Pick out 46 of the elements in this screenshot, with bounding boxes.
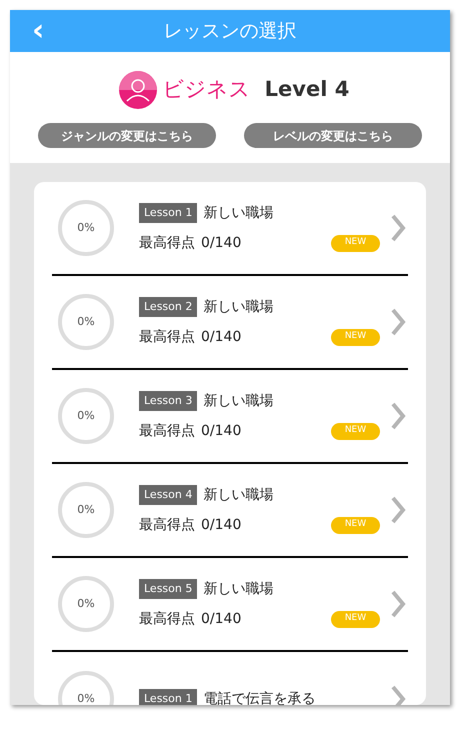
best-score-label: 最高得点: [139, 234, 195, 252]
new-badge: NEW: [331, 328, 380, 346]
progress-text: 0%: [77, 220, 95, 236]
lesson-tag: Lesson 3: [139, 390, 198, 412]
lesson-tag: Lesson 5: [139, 578, 198, 600]
lesson-title: 新しい職場: [203, 204, 274, 222]
chevron-icon[interactable]: [390, 213, 406, 243]
chevron-icon[interactable]: [390, 495, 406, 525]
lesson-title: 新しい職場: [203, 580, 274, 598]
level-name: Level 4: [264, 76, 350, 104]
progress-text: 0%: [77, 690, 95, 705]
lesson-tag: Lesson 4: [139, 484, 198, 506]
new-badge: NEW: [331, 610, 380, 628]
best-score-label: 最高得点: [139, 610, 195, 628]
progress-text: 0%: [77, 408, 95, 424]
best-score: 0/140: [201, 422, 242, 440]
best-score: 0/140: [201, 610, 242, 628]
lesson-title: 新しい職場: [203, 392, 274, 410]
lesson-tag: Lesson 1: [139, 688, 198, 705]
progress-text: 0%: [77, 314, 95, 330]
lesson-tag: Lesson 1: [139, 202, 198, 224]
best-score-label: 最高得点: [139, 422, 195, 440]
lesson-title: 新しい職場: [203, 486, 274, 504]
genre-name: ビジネス: [162, 76, 251, 104]
new-badge: NEW: [331, 422, 380, 440]
window-title: レッスンの選択: [164, 18, 296, 44]
back-button[interactable]: ‹: [32, 16, 44, 46]
new-badge: NEW: [331, 234, 380, 252]
best-score: 0/140: [201, 516, 242, 534]
best-score: 0/140: [201, 234, 242, 252]
new-badge: NEW: [331, 516, 380, 534]
best-score-label: 最高得点: [139, 328, 195, 346]
lesson-tag: Lesson 2: [139, 296, 198, 318]
change-button[interactable]: ジャンルの変更はこちら: [38, 123, 216, 148]
chevron-icon[interactable]: [390, 307, 406, 337]
progress-text: 0%: [77, 502, 95, 518]
best-score: 0/140: [201, 328, 242, 346]
lesson-title: 新しい職場: [203, 298, 274, 316]
chevron-icon[interactable]: [390, 401, 406, 431]
change-button[interactable]: レベルの変更はこちら: [244, 123, 422, 148]
best-score-label: 最高得点: [139, 516, 195, 534]
lesson-title: 電話で伝言を承る: [203, 690, 316, 705]
chevron-icon[interactable]: [390, 589, 406, 619]
chevron-icon[interactable]: [390, 684, 406, 705]
progress-text: 0%: [77, 596, 95, 612]
person-icon: [118, 71, 157, 109]
